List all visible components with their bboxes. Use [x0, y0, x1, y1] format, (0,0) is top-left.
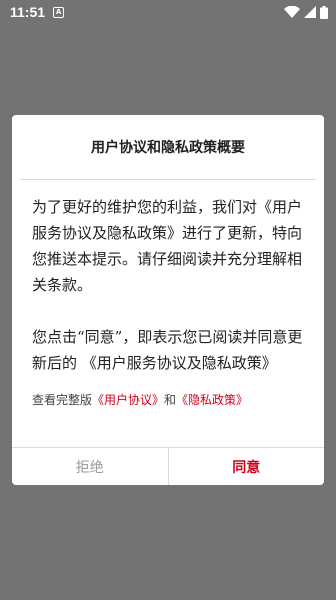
status-bar: 11:51 A — [0, 0, 336, 24]
user-agreement-link[interactable]: 《用户协议》 — [92, 393, 164, 407]
update-notice-paragraph: 为了更好的维护您的利益，我们对《用户服务协议及隐私政策》进行了更新，特向您推送本… — [32, 198, 303, 294]
battery-icon — [320, 5, 328, 19]
view-and-text: 和 — [164, 393, 177, 407]
signal-icon — [304, 6, 316, 18]
dialog-body: 为了更好的维护您的利益，我们对《用户服务协议及隐私政策》进行了更新，特向您推送本… — [12, 180, 324, 410]
agree-button[interactable]: 同意 — [169, 448, 325, 485]
privacy-dialog: 用户协议和隐私政策概要 为了更好的维护您的利益，我们对《用户服务协议及隐私政策》… — [12, 115, 324, 485]
wifi-icon — [284, 6, 300, 18]
status-icons — [284, 5, 328, 19]
view-full-version-line: 查看完整版《用户协议》和《隐私政策》 — [32, 390, 308, 410]
notification-icon: A — [53, 6, 65, 18]
privacy-policy-link[interactable]: 《隐私政策》 — [176, 393, 248, 407]
dialog-title: 用户协议和隐私政策概要 — [91, 140, 245, 156]
view-prefix-text: 查看完整版 — [32, 393, 93, 407]
dialog-footer: 拒绝 同意 — [12, 447, 324, 485]
status-time: 11:51 — [10, 4, 46, 20]
reject-button[interactable]: 拒绝 — [12, 448, 169, 485]
consent-paragraph: 您点击“同意”，即表示您已阅读并同意更新后的 《用户服务协议及隐私政策》 — [32, 328, 303, 372]
